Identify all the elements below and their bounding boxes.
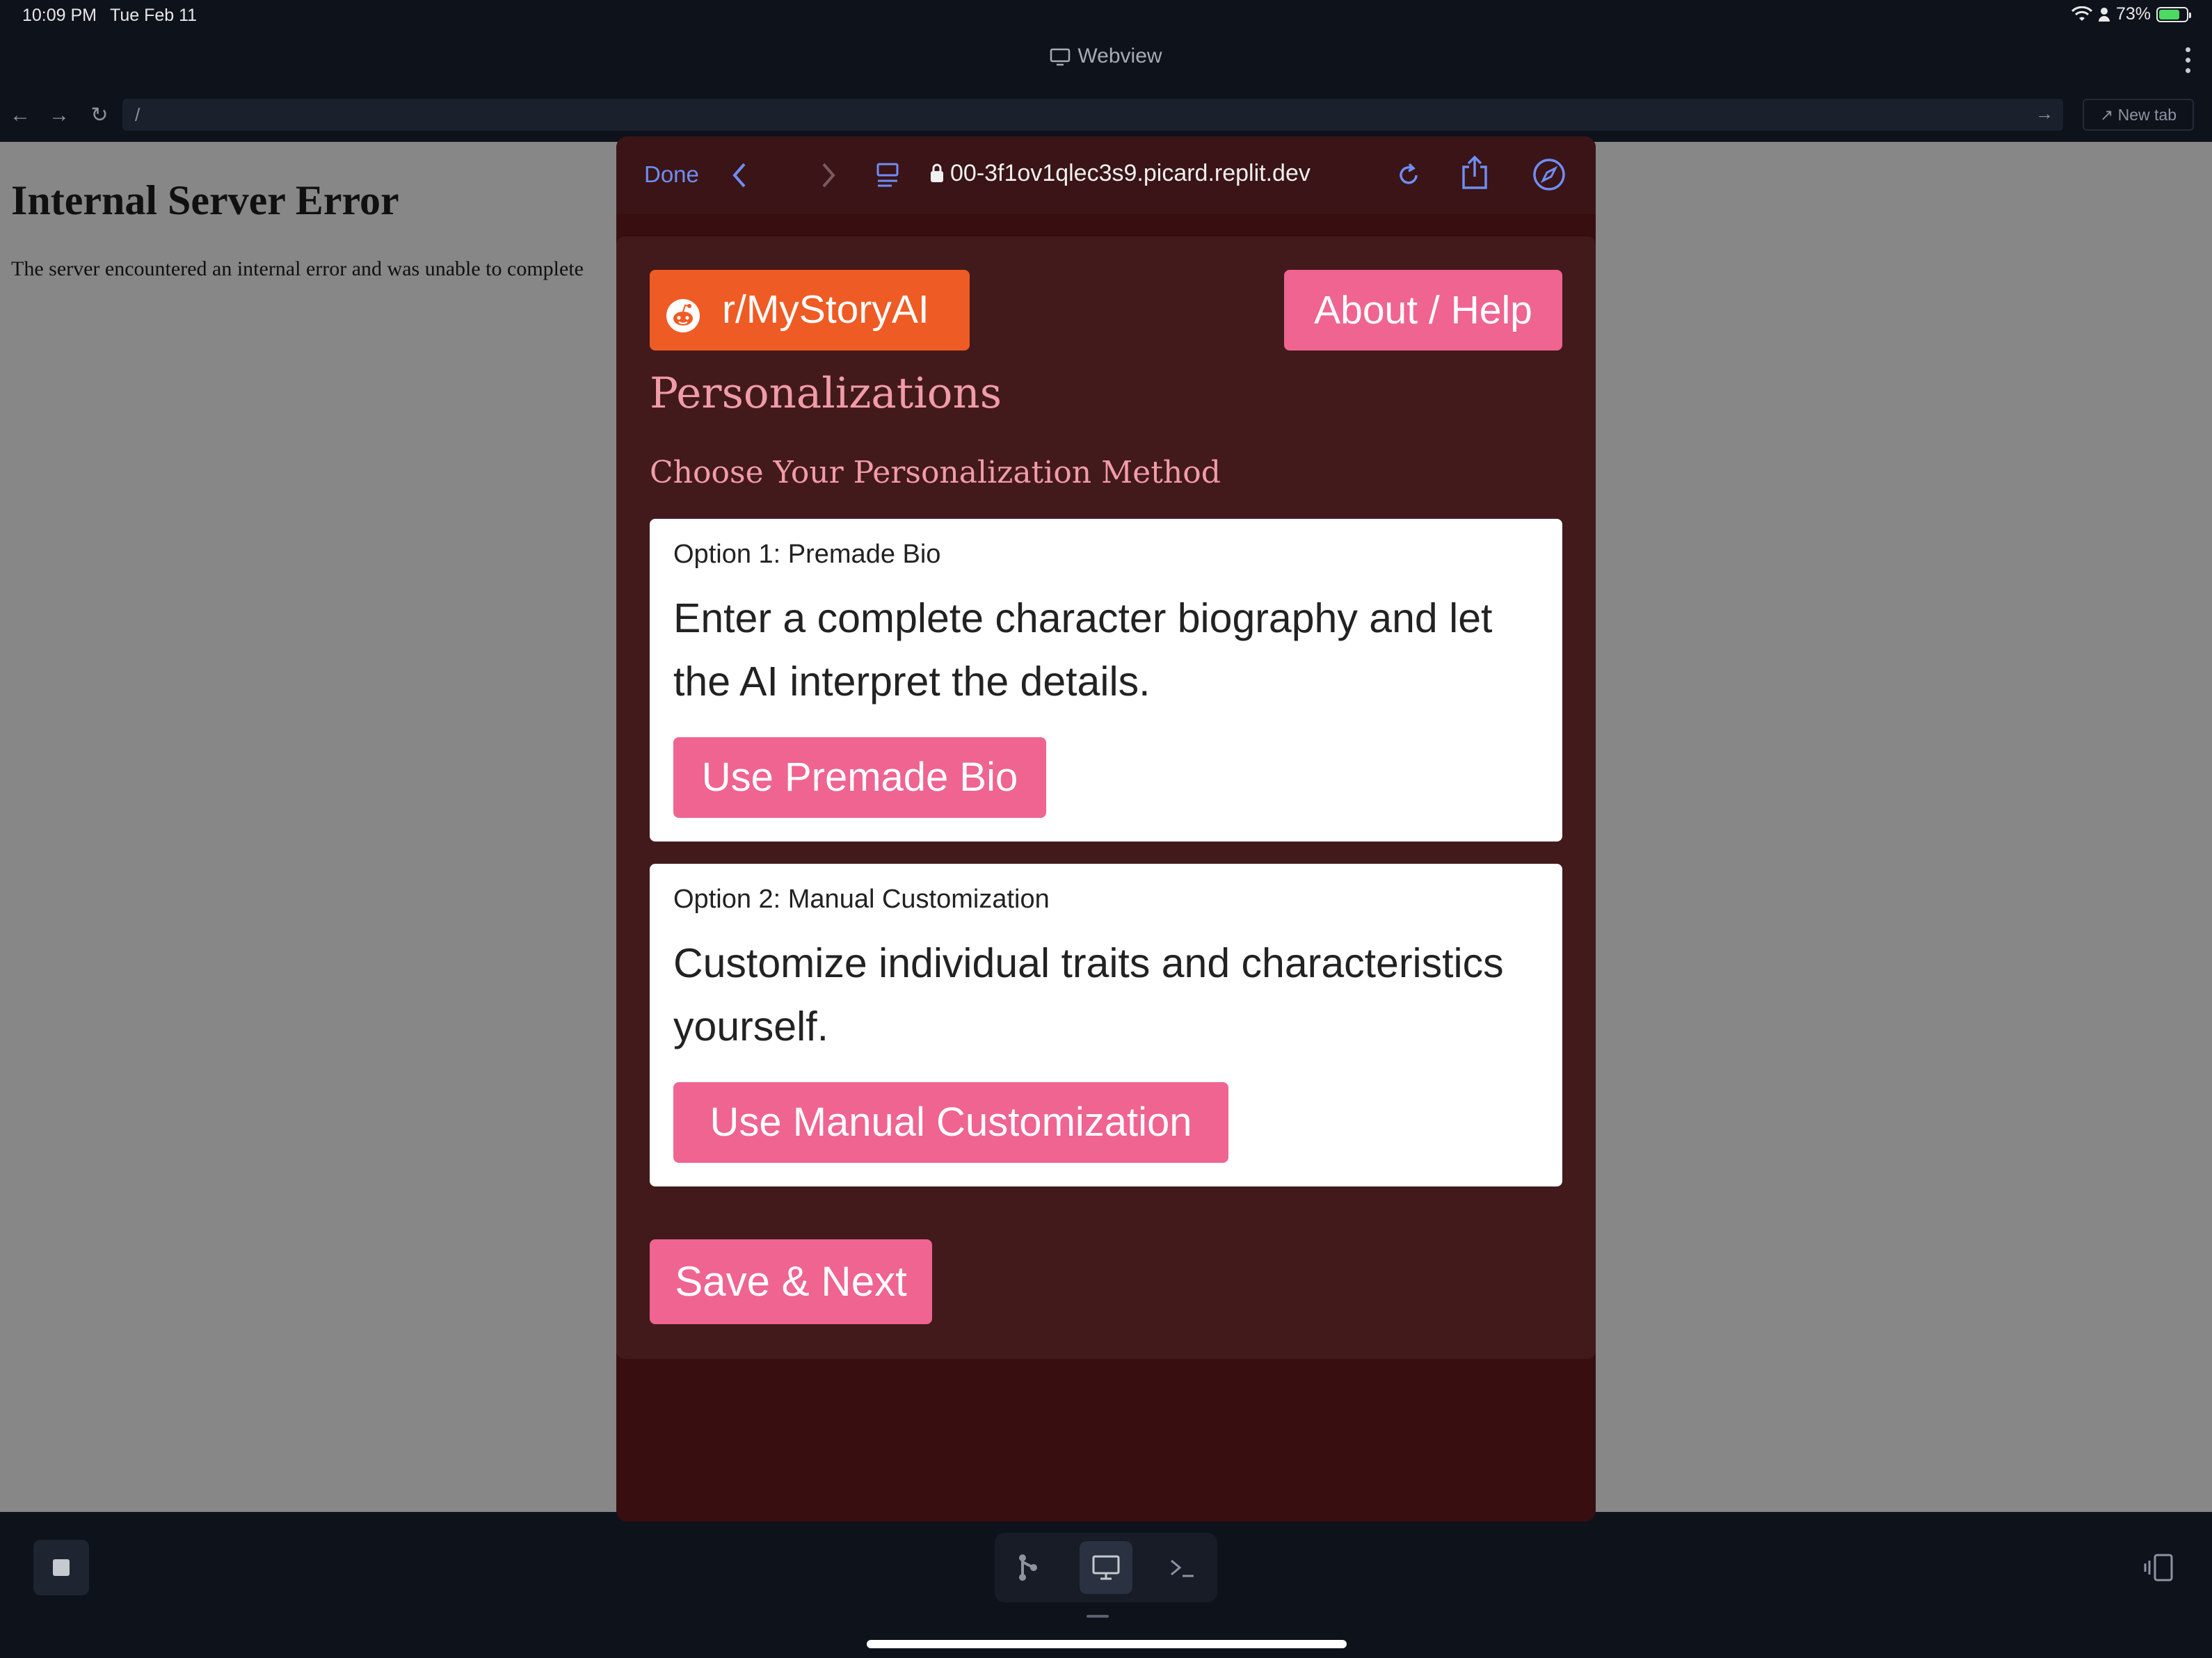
chevron-left-icon[interactable]: [729, 160, 750, 191]
bottom-toolbar: [0, 1512, 2212, 1658]
webview-url-text: /: [135, 104, 141, 125]
new-tab-label: New tab: [2117, 106, 2177, 124]
terminal-icon: [1171, 1559, 1194, 1577]
terminal-button[interactable]: [1156, 1541, 1209, 1594]
monitor-icon: [1092, 1555, 1120, 1580]
reader-icon[interactable]: [875, 161, 900, 189]
safari-toolbar: Done 00-3f1ov1qlec3s9.picard.replit.dev: [616, 136, 1596, 214]
use-manual-customization-button[interactable]: Use Manual Customization: [673, 1082, 1228, 1163]
compass-icon[interactable]: [1532, 157, 1566, 192]
subreddit-button[interactable]: r/MyStoryAI: [650, 270, 970, 351]
new-tab-button[interactable]: ↗ New tab: [2083, 99, 2194, 131]
webview-tab-button[interactable]: [1080, 1541, 1132, 1594]
status-date: Tue Feb 11: [110, 6, 198, 25]
page-title: Personalizations: [650, 369, 1002, 418]
home-indicator: [867, 1640, 1347, 1648]
webview-title: Webview: [1077, 45, 1162, 67]
kebab-icon[interactable]: [2186, 47, 2191, 79]
option-card-premade-bio: Option 1: Premade Bio Enter a complete c…: [650, 519, 1562, 842]
use-premade-bio-button[interactable]: Use Premade Bio: [673, 737, 1046, 818]
refresh-icon[interactable]: [1395, 160, 1423, 191]
webview-title-bar: Webview: [0, 45, 2212, 68]
side-panel-icon[interactable]: [2144, 1551, 2177, 1588]
status-time: 10:09 PM: [22, 6, 97, 25]
save-next-button[interactable]: Save & Next: [650, 1239, 932, 1324]
error-message: The server encountered an internal error…: [11, 257, 584, 280]
divider: [1087, 1615, 1109, 1618]
chevron-right-icon[interactable]: [818, 160, 839, 191]
webview-url-bar: ← → ↻ / → ↗ New tab: [0, 99, 2212, 132]
option-description: Customize individual traits and characte…: [673, 940, 1504, 1049]
about-help-button[interactable]: About / Help: [1284, 270, 1562, 351]
lock-icon: [931, 163, 943, 182]
external-link-icon: ↗: [2099, 106, 2114, 124]
git-button[interactable]: [1002, 1541, 1055, 1594]
subreddit-label: r/MyStoryAI: [722, 287, 929, 332]
person-icon: [2098, 7, 2110, 22]
section-subtitle: Choose Your Personalization Method: [650, 455, 1221, 490]
wifi-icon: [2071, 6, 2092, 21]
webview-url-input[interactable]: / →: [122, 99, 2063, 131]
reload-icon[interactable]: ↻: [88, 102, 111, 129]
reddit-icon: [666, 299, 700, 332]
safari-url[interactable]: 00-3f1ov1qlec3s9.picard.replit.dev: [950, 160, 1311, 187]
option-card-manual-customization: Option 2: Manual Customization Customize…: [650, 864, 1562, 1186]
view-switcher: [995, 1533, 1217, 1602]
stop-icon: [53, 1559, 70, 1576]
option-label: Option 1: Premade Bio: [673, 540, 941, 569]
app-panel: r/MyStoryAI About / Help Personalization…: [616, 236, 1596, 1359]
back-arrow-icon[interactable]: ←: [8, 102, 32, 129]
error-title: Internal Server Error: [11, 177, 399, 223]
option-label: Option 2: Manual Customization: [673, 885, 1050, 914]
safari-modal: Done 00-3f1ov1qlec3s9.picard.replit.dev: [616, 136, 1596, 1522]
stop-button[interactable]: [33, 1540, 89, 1595]
git-icon: [1019, 1554, 1037, 1581]
go-arrow-icon[interactable]: →: [2035, 103, 2053, 124]
share-icon[interactable]: [1459, 154, 1490, 191]
option-description: Enter a complete character biography and…: [673, 595, 1493, 705]
battery-icon: [2156, 6, 2191, 22]
status-bar: 10:09 PM Tue Feb 11 73%: [0, 0, 2212, 33]
forward-arrow-icon[interactable]: →: [47, 102, 71, 129]
done-button[interactable]: Done: [644, 161, 699, 188]
monitor-icon: [1050, 48, 1071, 66]
status-indicators: 73%: [2071, 4, 2191, 24]
battery-percent: 73%: [2115, 4, 2151, 24]
